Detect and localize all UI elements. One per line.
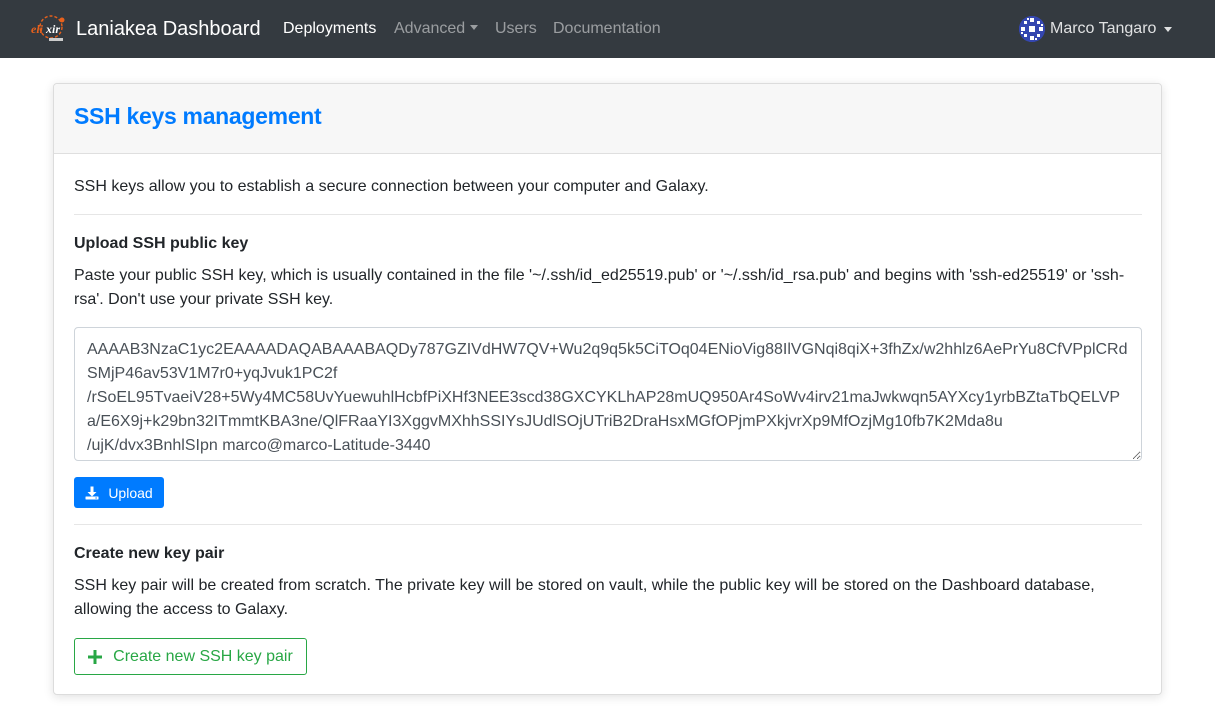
create-section-title: Create new key pair xyxy=(74,545,225,562)
svg-text:xir: xir xyxy=(45,22,60,36)
create-ssh-key-pair-button[interactable]: Create new SSH key pair xyxy=(74,638,307,675)
ssh-key-textarea[interactable]: AAAAB3NzaC1yc2EAAAADAQABAAABAQDy787GZIVd… xyxy=(74,327,1142,461)
create-button-label: Create new SSH key pair xyxy=(113,647,293,665)
nav-link-documentation[interactable]: Documentation xyxy=(553,19,661,39)
upload-button[interactable]: Upload xyxy=(74,477,164,508)
top-navbar: eli xir Laniakea Dashboard Deployments A… xyxy=(0,0,1215,58)
user-name: Marco Tangaro xyxy=(1050,20,1157,37)
nav-link-advanced-label: Advanced xyxy=(394,20,466,37)
elixir-logo[interactable]: eli xir xyxy=(30,13,70,47)
plus-icon xyxy=(88,649,103,664)
avatar xyxy=(1019,16,1045,42)
chevron-down-icon xyxy=(1164,26,1173,32)
nav-link-deployments[interactable]: Deployments xyxy=(283,19,376,39)
card-header: SSH keys management xyxy=(54,84,1161,154)
page-title: SSH keys management xyxy=(74,103,322,129)
download-icon xyxy=(85,486,99,500)
upload-section-description: Paste your public SSH key, which is usua… xyxy=(74,267,1125,308)
create-section-description: SSH key pair will be created from scratc… xyxy=(74,577,1095,618)
intro-text: SSH keys allow you to establish a secure… xyxy=(74,178,709,195)
divider xyxy=(74,214,1142,215)
upload-section-title: Upload SSH public key xyxy=(74,235,249,252)
brand-name[interactable]: Laniakea Dashboard xyxy=(76,16,261,42)
upload-button-label: Upload xyxy=(108,484,153,501)
chevron-down-icon xyxy=(470,25,479,30)
svg-text:eli: eli xyxy=(31,22,44,36)
nav-link-advanced-dropdown[interactable]: Advanced xyxy=(394,19,479,39)
user-menu-dropdown[interactable]: Marco Tangaro xyxy=(1019,16,1173,42)
ssh-keys-card: SSH keys management SSH keys allow you t… xyxy=(53,83,1162,695)
nav-link-users[interactable]: Users xyxy=(495,19,537,39)
divider xyxy=(74,524,1142,525)
